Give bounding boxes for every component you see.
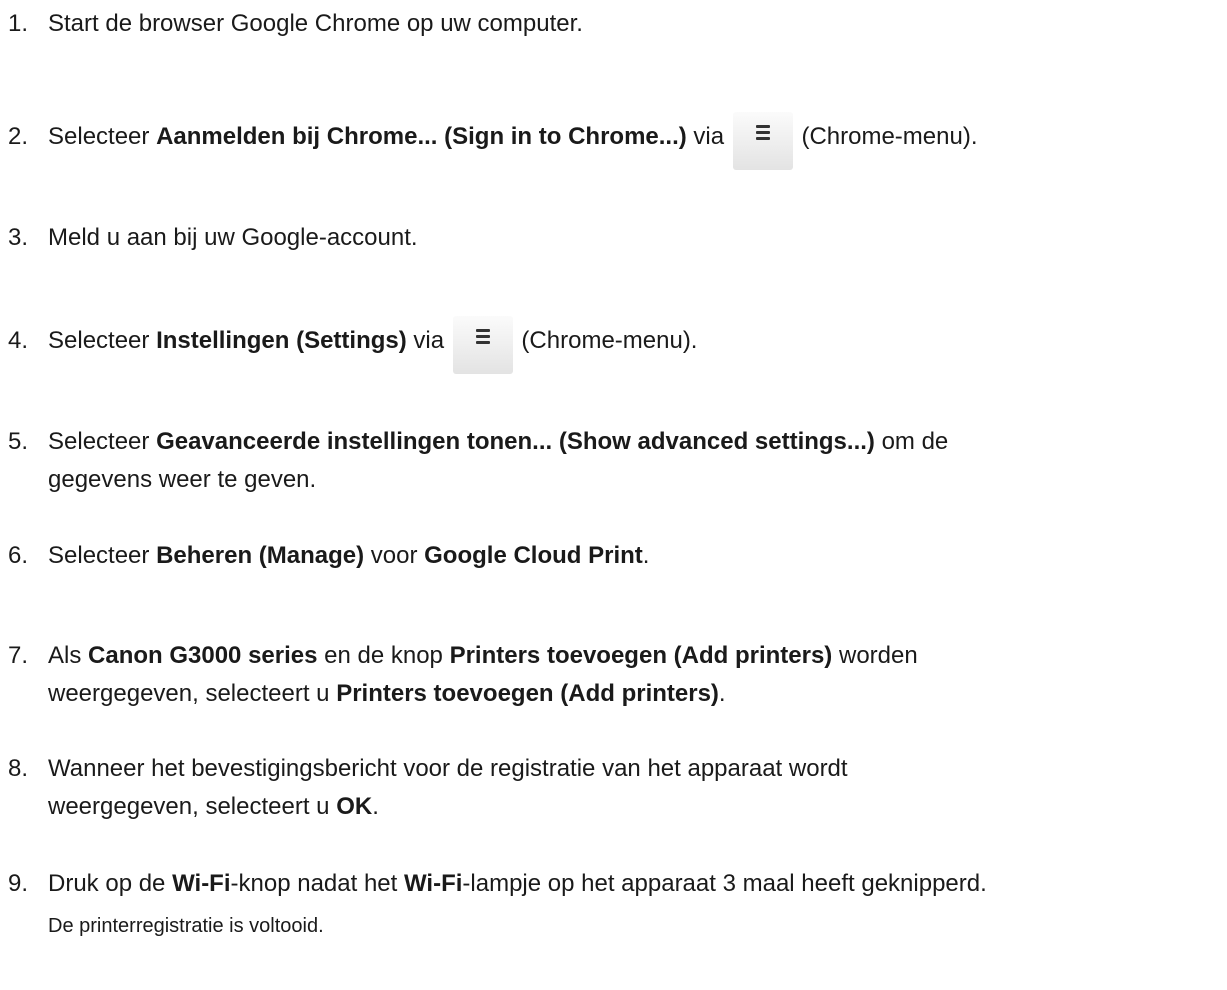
service-name: Google Cloud Print	[424, 542, 643, 569]
step-text: Wanneer het bevestigingsbericht voor de …	[48, 755, 848, 782]
button-manage: Beheren (Manage)	[156, 542, 365, 569]
step-number: 6.	[8, 542, 29, 569]
step-1: 1. Start de browser Google Chrome op uw c…	[8, 5, 583, 43]
step-text: via	[686, 123, 731, 150]
step-number: 4.	[8, 327, 29, 354]
step-8: 8. Wanneer het bevestigingsbericht voor d…	[8, 750, 848, 826]
wifi-button-label: Wi-Fi	[172, 870, 231, 897]
step-text: (Chrome-menu).	[514, 327, 698, 354]
step-text: Start de browser Google Chrome op uw com…	[48, 10, 583, 37]
chrome-menu-icon	[452, 316, 513, 374]
step-text: Druk op de	[48, 870, 173, 897]
menu-item-advanced-settings: Geavanceerde instellingen tonen... (Show…	[156, 428, 875, 455]
wifi-lamp-label: Wi-Fi	[403, 870, 463, 897]
step-text: Selecteer	[48, 428, 157, 455]
step-text-continued: weergegeven, selecteert u Printers toevo…	[8, 675, 918, 713]
step-6: 6. Selecteer Beheren (Manage) voor Google…	[8, 537, 649, 575]
step-text-continued: weergegeven, selecteert u OK.	[8, 788, 848, 826]
step-7: 7. Als Canon G3000 series en de knop Prin…	[8, 637, 918, 713]
step-text: worden	[832, 642, 918, 669]
step-text: .	[718, 680, 726, 707]
step-text: -lampje op het apparaat 3 maal heeft gek…	[462, 870, 987, 897]
menu-item-settings: Instellingen (Settings)	[156, 327, 407, 354]
button-ok: OK	[336, 793, 373, 820]
step-2: 2. Selecteer Aanmelden bij Chrome... (Sig…	[8, 112, 978, 170]
step-number: 5.	[8, 428, 29, 455]
button-add-printers: Printers toevoegen (Add printers)	[449, 642, 833, 669]
step-number: 2.	[8, 123, 29, 150]
step-4: 4. Selecteer Instellingen (Settings) via …	[8, 316, 697, 374]
step-text: en de knop	[317, 642, 450, 669]
step-text: weergegeven, selecteert u	[48, 793, 337, 820]
menu-item-sign-in: Aanmelden bij Chrome... (Sign in to Chro…	[156, 123, 687, 150]
step-text: Selecteer	[48, 542, 157, 569]
step-text-continued: gegevens weer te geven.	[48, 466, 317, 493]
step-text: .	[642, 542, 650, 569]
step-number: 9.	[8, 870, 29, 897]
step-number: 7.	[8, 642, 29, 669]
step-text: Selecteer	[48, 327, 157, 354]
step-text: voor	[364, 542, 425, 569]
step-text: via	[406, 327, 451, 354]
step-9: 9. Druk op de Wi-Fi-knop nadat het Wi-Fi-…	[8, 865, 987, 903]
step-text: weergegeven, selecteert u	[48, 680, 337, 707]
step-text: Meld u aan bij uw Google-account.	[48, 224, 418, 251]
step-text: Als	[48, 642, 89, 669]
step-number: 8.	[8, 755, 29, 782]
chrome-menu-icon	[732, 112, 793, 170]
printer-name: Canon G3000 series	[88, 642, 318, 669]
step-text: -knop nadat het	[230, 870, 404, 897]
step-number: 3.	[8, 224, 29, 251]
step-text: (Chrome-menu).	[794, 123, 978, 150]
step-text: Selecteer	[48, 123, 157, 150]
step-text: om de	[874, 428, 949, 455]
step-5: 5. Selecteer Geavanceerde instellingen to…	[8, 423, 948, 499]
button-add-printers: Printers toevoegen (Add printers)	[336, 680, 719, 707]
step-text: .	[372, 793, 379, 820]
step-number: 1.	[8, 10, 29, 37]
step-3: 3. Meld u aan bij uw Google-account.	[8, 219, 418, 257]
result-note: De printerregistratie is voltooid.	[48, 915, 324, 937]
